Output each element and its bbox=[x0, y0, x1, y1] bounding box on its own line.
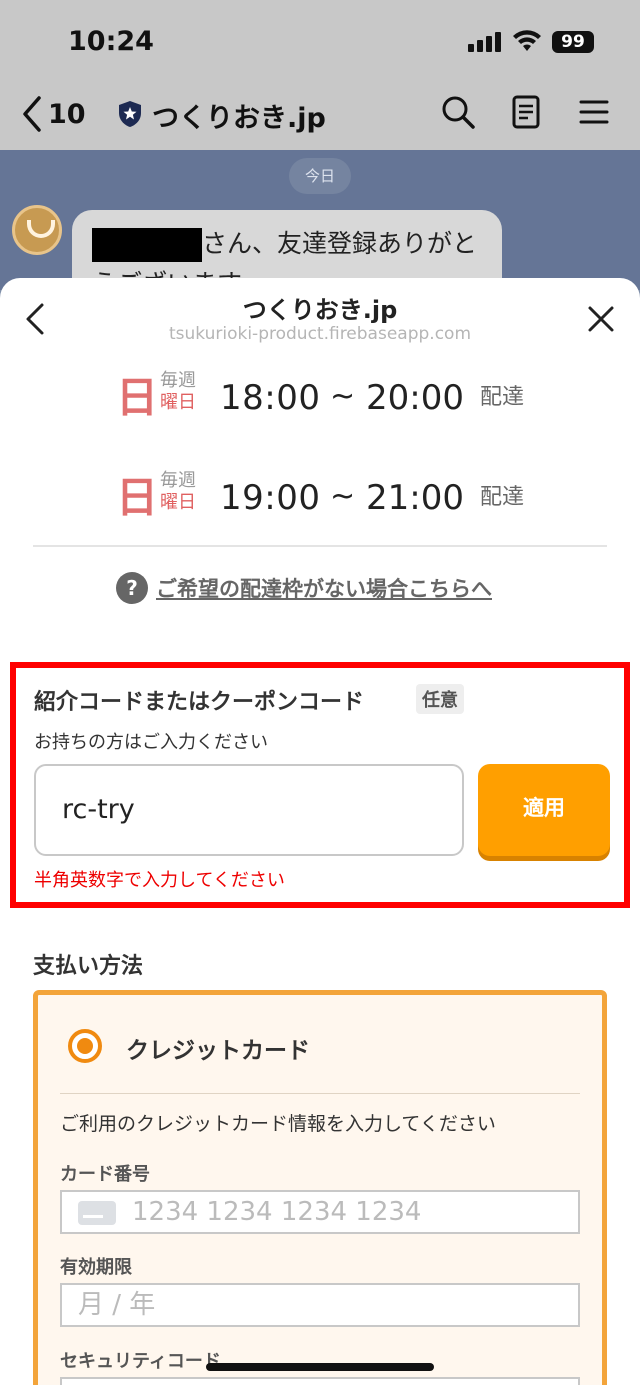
battery-icon: 99 bbox=[552, 31, 594, 53]
cvc-input[interactable] bbox=[60, 1377, 580, 1385]
divider bbox=[33, 545, 607, 547]
home-indicator[interactable] bbox=[206, 1363, 434, 1371]
slot-week: 毎週 bbox=[160, 470, 196, 491]
close-icon[interactable] bbox=[586, 304, 616, 334]
search-icon[interactable] bbox=[440, 94, 476, 130]
payment-method-card: クレジットカード ご利用のクレジットカード情報を入力してください カード番号 1… bbox=[33, 990, 607, 1385]
slot-tilde: ~ bbox=[330, 379, 356, 414]
signal-icon bbox=[468, 32, 502, 52]
help-link-row[interactable]: ? ご希望の配達枠がない場合こちらへ bbox=[116, 572, 492, 604]
slot-week: 毎週 bbox=[160, 370, 196, 391]
credit-card-radio[interactable] bbox=[68, 1029, 102, 1063]
status-bar: 10:24 99 bbox=[0, 0, 640, 80]
back-button[interactable]: 10 bbox=[22, 92, 86, 136]
card-number-placeholder: 1234 1234 1234 1234 bbox=[132, 1197, 422, 1227]
coupon-title: 紹介コードまたはクーポンコード bbox=[34, 690, 365, 715]
chat-header: 10 つくりおき.jp bbox=[0, 80, 640, 150]
sheet-url: tsukurioki-product.firebaseapp.com bbox=[168, 324, 471, 344]
optional-badge: 任意 bbox=[416, 684, 464, 714]
menu-icon[interactable] bbox=[576, 94, 612, 130]
web-sheet: つくりおき.jp tsukurioki-product.firebaseapp.… bbox=[0, 278, 640, 1385]
sheet-title: つくりおき.jp bbox=[242, 296, 398, 324]
question-icon: ? bbox=[116, 572, 148, 604]
slot-day: 曜日 bbox=[160, 492, 196, 513]
slot-label: 配達 bbox=[480, 385, 525, 410]
chat-title: つくりおき.jp bbox=[152, 103, 326, 134]
expiry-label: 有効期限 bbox=[60, 1257, 132, 1278]
card-number-label: カード番号 bbox=[60, 1164, 150, 1185]
slot-tilde: ~ bbox=[330, 479, 356, 514]
avatar[interactable] bbox=[12, 205, 62, 255]
coupon-error: 半角英数字で入力してください bbox=[34, 870, 285, 891]
coupon-code-input[interactable]: rc-try bbox=[34, 764, 464, 856]
coupon-subtitle: お持ちの方はご入力ください bbox=[34, 732, 268, 753]
shield-icon bbox=[119, 101, 141, 127]
payment-method-label[interactable]: クレジットカード bbox=[126, 1031, 310, 1065]
notes-icon[interactable] bbox=[508, 94, 544, 130]
delivery-slot[interactable]: 日 毎週 曜日 19:00 ~ 21:00 配達 bbox=[0, 468, 640, 538]
coupon-section: 紹介コードまたはクーポンコード 任意 お持ちの方はご入力ください rc-try … bbox=[10, 662, 630, 908]
apply-button[interactable]: 適用 bbox=[478, 764, 610, 856]
help-link[interactable]: ご希望の配達枠がない場合こちらへ bbox=[156, 573, 492, 603]
slot-day: 曜日 bbox=[160, 392, 196, 413]
date-chip: 今日 bbox=[289, 158, 351, 194]
credit-card-icon bbox=[78, 1200, 116, 1225]
slot-end-time: 21:00 bbox=[366, 478, 464, 518]
divider bbox=[60, 1093, 580, 1094]
payment-title: 支払い方法 bbox=[33, 954, 144, 979]
expiry-input[interactable]: 月 / 年 bbox=[60, 1283, 580, 1327]
delivery-slot[interactable]: 日 毎週 曜日 18:00 ~ 20:00 配達 bbox=[0, 368, 640, 438]
payment-description: ご利用のクレジットカード情報を入力してください bbox=[60, 1113, 496, 1135]
day-icon: 日 bbox=[116, 373, 159, 422]
slot-start-time: 19:00 bbox=[220, 478, 321, 518]
unread-count: 10 bbox=[48, 98, 86, 130]
slot-start-time: 18:00 bbox=[220, 378, 321, 418]
expiry-placeholder: 月 / 年 bbox=[78, 1290, 156, 1320]
wifi-icon bbox=[513, 30, 541, 51]
chevron-left-icon bbox=[23, 96, 41, 132]
slot-end-time: 20:00 bbox=[366, 378, 464, 418]
cvc-label: セキュリティコード bbox=[60, 1351, 221, 1372]
card-number-input[interactable]: 1234 1234 1234 1234 bbox=[60, 1190, 580, 1234]
redacted-name bbox=[92, 228, 202, 262]
day-icon: 日 bbox=[116, 473, 159, 522]
slot-label: 配達 bbox=[480, 485, 525, 510]
clock: 10:24 bbox=[68, 26, 154, 57]
